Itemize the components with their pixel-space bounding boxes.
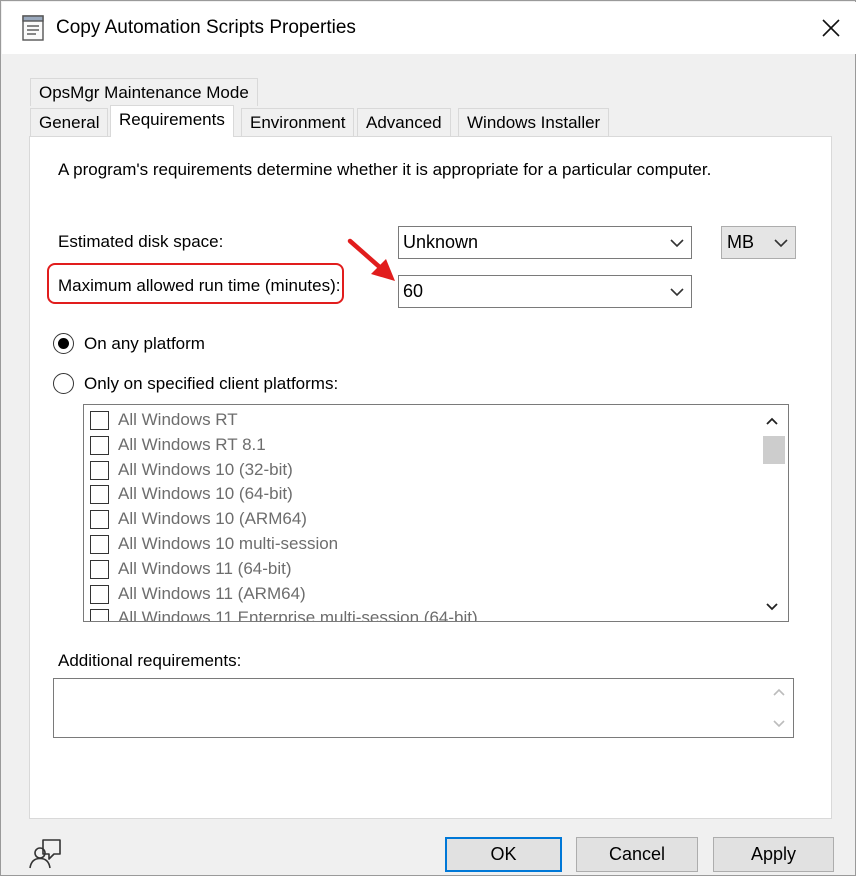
chevron-down-icon xyxy=(774,239,788,248)
platform-list-scrollbar[interactable] xyxy=(758,406,786,620)
runtime-value: 60 xyxy=(403,281,424,301)
additional-requirements-textarea[interactable] xyxy=(53,678,794,738)
tab-general[interactable]: General xyxy=(30,108,109,136)
platform-checkbox[interactable] xyxy=(90,485,109,504)
platform-label: All Windows 10 (64-bit) xyxy=(118,484,293,503)
additional-requirements-label: Additional requirements: xyxy=(58,651,242,670)
disk-space-value: Unknown xyxy=(403,232,479,252)
platform-label: All Windows 10 (ARM64) xyxy=(118,509,307,528)
chevron-down-icon xyxy=(670,288,684,297)
chevron-down-icon xyxy=(670,239,684,248)
platform-label: All Windows 11 (ARM64) xyxy=(118,584,306,603)
scroll-down-button[interactable] xyxy=(758,596,786,618)
radio-specified-platforms-label[interactable]: Only on specified client platforms: xyxy=(84,374,338,394)
radio-any-platform-label[interactable]: On any platform xyxy=(84,334,205,354)
window-title: Copy Automation Scripts Properties xyxy=(56,17,356,38)
platform-checkbox[interactable] xyxy=(90,560,109,579)
platform-checkbox[interactable] xyxy=(90,585,109,604)
tab-advanced[interactable]: Advanced xyxy=(357,108,451,136)
chevron-down-icon xyxy=(766,603,778,611)
user-chat-icon xyxy=(27,837,65,869)
requirements-intro: A program's requirements determine wheth… xyxy=(58,160,712,179)
chevron-down-icon xyxy=(773,720,785,728)
tab-opsmgr-maintenance-mode[interactable]: OpsMgr Maintenance Mode xyxy=(30,78,258,106)
properties-window: Copy Automation Scripts Properties OpsMg… xyxy=(0,0,856,876)
disk-space-combobox[interactable]: Unknown xyxy=(398,226,692,259)
cancel-button[interactable]: Cancel xyxy=(576,837,698,872)
platform-label: All Windows 10 (32-bit) xyxy=(118,460,293,479)
runtime-combobox[interactable]: 60 xyxy=(398,275,692,308)
platform-label: All Windows 10 multi-session xyxy=(118,534,339,553)
scroll-thumb[interactable] xyxy=(763,436,785,464)
platform-checkbox[interactable] xyxy=(90,436,109,455)
platform-checkbox[interactable] xyxy=(90,510,109,529)
platform-label: All Windows 11 Enterprise multi-session … xyxy=(118,608,478,622)
chevron-up-icon xyxy=(773,688,785,696)
platform-checkbox[interactable] xyxy=(90,461,109,480)
platform-checkbox[interactable] xyxy=(90,411,109,430)
red-arrow-icon xyxy=(347,238,395,281)
ok-button[interactable]: OK xyxy=(445,837,562,872)
apply-button[interactable]: Apply xyxy=(713,837,834,872)
platform-checkbox[interactable] xyxy=(90,609,109,621)
title-bar: Copy Automation Scripts Properties xyxy=(2,2,856,54)
runtime-label: Maximum allowed run time (minutes): xyxy=(58,276,341,295)
scroll-up-button[interactable] xyxy=(758,410,786,432)
platform-checkbox[interactable] xyxy=(90,535,109,554)
disk-space-label: Estimated disk space: xyxy=(58,232,224,251)
tab-environment[interactable]: Environment xyxy=(241,108,355,136)
disk-unit-select[interactable]: MB xyxy=(721,226,796,259)
properties-sheet-icon xyxy=(20,14,46,42)
disk-unit-value: MB xyxy=(727,232,754,252)
tab-windows-installer[interactable]: Windows Installer xyxy=(458,108,610,136)
close-button[interactable] xyxy=(810,8,852,48)
platform-label: All Windows RT 8.1 xyxy=(118,435,266,454)
radio-any-platform[interactable] xyxy=(53,333,74,354)
textarea-scrollbar[interactable] xyxy=(768,683,790,733)
platform-label: All Windows 11 (64-bit) xyxy=(118,559,292,578)
close-icon xyxy=(822,19,840,37)
chevron-up-icon xyxy=(766,417,778,425)
platform-label: All Windows RT xyxy=(118,410,238,429)
radio-specified-platforms[interactable] xyxy=(53,373,74,394)
platform-list[interactable]: All Windows RT All Windows RT 8.1 All Wi… xyxy=(83,404,789,622)
tab-requirements[interactable]: Requirements xyxy=(110,105,234,137)
